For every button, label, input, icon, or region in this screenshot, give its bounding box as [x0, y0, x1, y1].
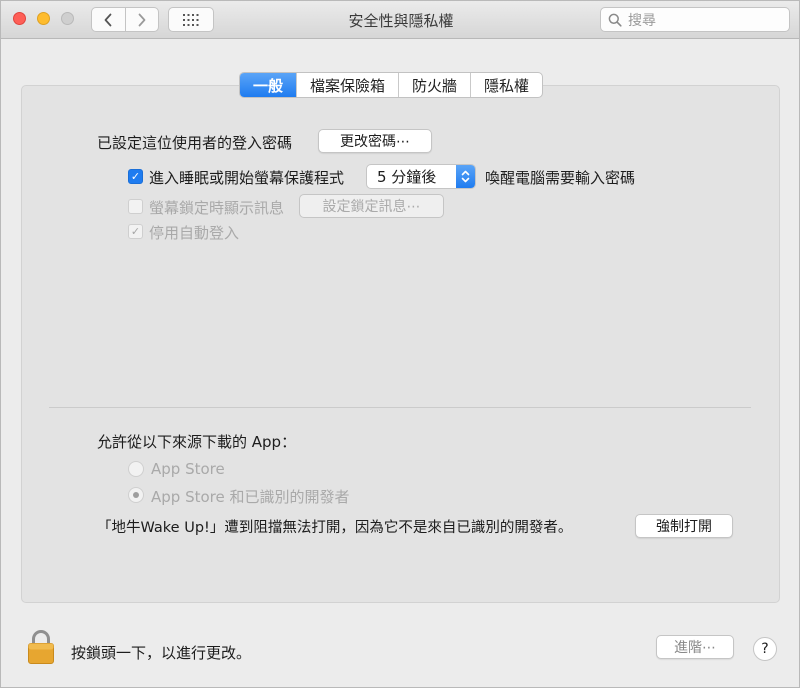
open-anyway-button[interactable]: 強制打開	[635, 514, 733, 538]
tab-firewall[interactable]: 防火牆	[398, 73, 470, 97]
require-password-checkbox[interactable]: ✓	[128, 169, 143, 184]
password-status-label: 已設定這位使用者的登入密碼	[97, 134, 293, 152]
search-placeholder: 搜尋	[628, 12, 656, 29]
window-title: 安全性與隱私權	[348, 12, 454, 30]
zoom-window-button[interactable]	[61, 12, 74, 25]
disable-auto-login-label: 停用自動登入	[149, 224, 240, 242]
password-delay-popup[interactable]: 5 分鐘後	[366, 164, 476, 189]
chevron-left-icon	[105, 13, 112, 26]
show-message-label: 螢幕鎖定時顯示訊息	[149, 199, 285, 217]
search-field[interactable]: 搜尋	[600, 7, 790, 32]
lock-message: 按鎖頭一下，以進行更改。	[71, 644, 252, 662]
set-lock-message-button[interactable]: 設定鎖定訊息⋯	[299, 194, 444, 218]
grid-icon	[183, 13, 199, 26]
lock-icon[interactable]	[27, 629, 55, 669]
forward-button[interactable]	[124, 8, 158, 31]
section-divider	[49, 407, 751, 408]
blocked-app-message: 「地牛Wake Up!」遭到阻擋無法打開，因為它不是來自已識別的開發者。	[97, 520, 573, 536]
require-password-label: 進入睡眠或開始螢幕保護程式	[149, 169, 345, 187]
download-sources-heading: 允許從以下來源下載的 App：	[97, 433, 297, 451]
radio-app-store-identified-label: App Store 和已識別的開發者	[151, 488, 350, 506]
tab-general[interactable]: 一般	[240, 73, 297, 97]
radio-app-store-identified[interactable]	[128, 487, 144, 503]
chevron-right-icon	[138, 13, 146, 26]
tab-privacy[interactable]: 隱私權	[470, 73, 542, 97]
updown-chevron-icon	[456, 165, 475, 188]
close-window-button[interactable]	[13, 12, 26, 25]
radio-app-store[interactable]	[128, 461, 144, 477]
change-password-button[interactable]: 更改密碼⋯	[318, 129, 432, 153]
disable-auto-login-checkbox[interactable]: ✓	[128, 224, 143, 239]
radio-app-store-label: App Store	[151, 460, 225, 478]
minimize-window-button[interactable]	[37, 12, 50, 25]
tab-filevault[interactable]: 檔案保險箱	[296, 73, 398, 97]
advanced-button[interactable]: 進階⋯	[656, 635, 734, 659]
show-all-button[interactable]	[168, 7, 214, 32]
help-button[interactable]: ?	[753, 637, 777, 661]
show-message-checkbox[interactable]	[128, 199, 143, 214]
back-button[interactable]	[92, 8, 125, 31]
require-password-suffix: 喚醒電腦需要輸入密碼	[485, 169, 636, 187]
tab-bar: 一般 檔案保險箱 防火牆 隱私權	[239, 72, 544, 98]
search-icon	[608, 13, 622, 27]
navigation-buttons	[91, 7, 159, 32]
password-delay-value: 5 分鐘後	[377, 168, 437, 186]
preferences-window: 安全性與隱私權 搜尋 一般 檔案保險箱 防火牆 隱私權 已設定這位使用者的登入密…	[0, 0, 800, 688]
title-bar: 安全性與隱私權 搜尋	[1, 1, 799, 39]
